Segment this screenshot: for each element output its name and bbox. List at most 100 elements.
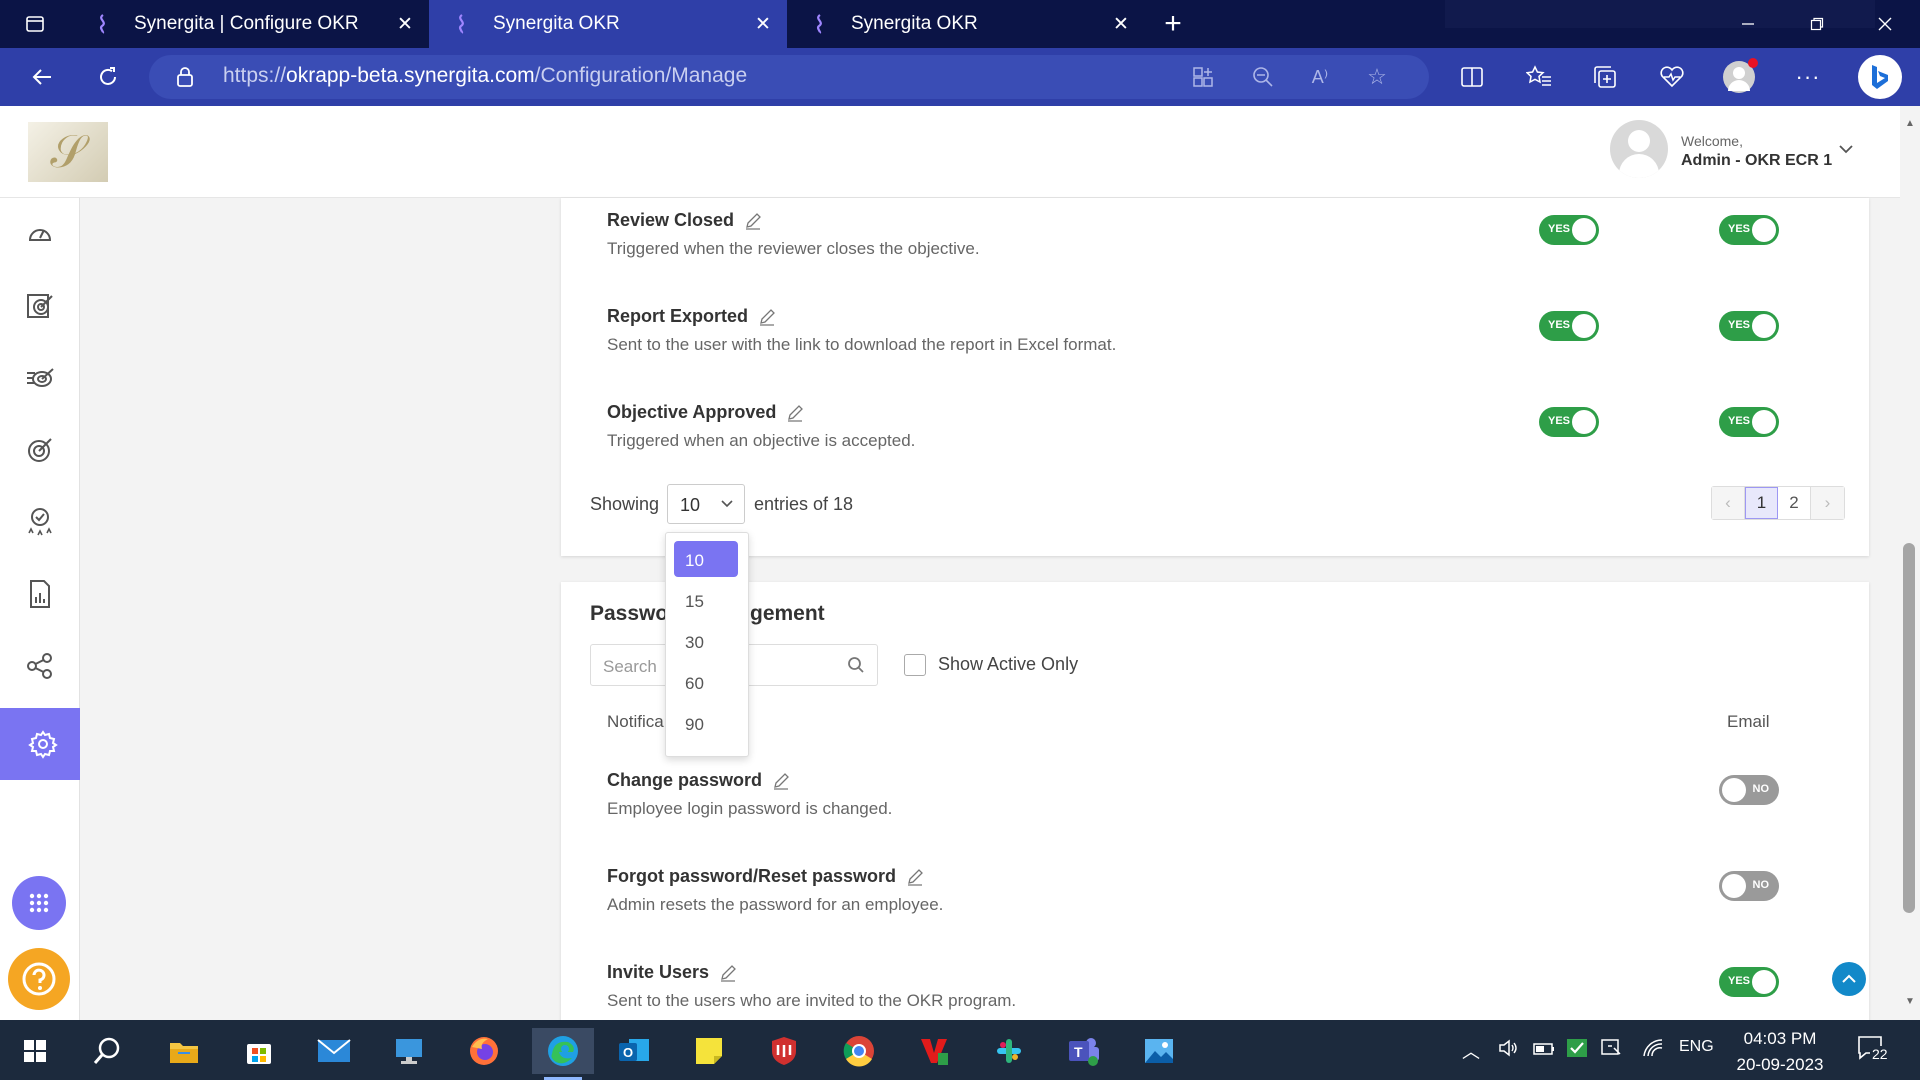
firefox-icon[interactable] <box>457 1028 511 1074</box>
favorite-star-icon[interactable]: ☆ <box>1363 63 1391 91</box>
email-toggle-switch[interactable]: NO <box>1719 871 1779 901</box>
next-page-button[interactable]: › <box>1811 487 1844 519</box>
minimize-icon[interactable] <box>1725 0 1771 48</box>
sticky-notes-icon[interactable] <box>682 1028 736 1074</box>
sidebar-item-objectives[interactable] <box>0 270 80 342</box>
browser-tab-3[interactable]: Synergita OKR ✕ <box>787 0 1145 48</box>
tab-actions-icon[interactable] <box>12 0 58 48</box>
show-hidden-icons-icon[interactable]: ︿ <box>1462 1038 1480 1064</box>
mail-icon[interactable] <box>307 1028 361 1074</box>
outlook-icon[interactable]: O <box>607 1028 661 1074</box>
more-options-icon[interactable]: ··· <box>1790 59 1826 95</box>
email-toggle-switch[interactable]: YES <box>1719 407 1779 437</box>
chevron-down-icon[interactable] <box>1838 142 1854 160</box>
close-window-icon[interactable] <box>1862 0 1908 48</box>
show-active-only-checkbox[interactable] <box>904 654 926 676</box>
help-button[interactable] <box>8 948 70 1010</box>
page-size-option[interactable]: 30 <box>674 623 738 659</box>
showing-label: Showing <box>590 494 660 514</box>
scroll-to-top-button[interactable] <box>1832 962 1866 996</box>
email-toggle-switch[interactable]: NO <box>1719 775 1779 805</box>
scroll-down-arrow-icon[interactable]: ▼ <box>1905 996 1915 1007</box>
notification-center-icon[interactable]: 22 <box>1856 1034 1890 1069</box>
notification-row-desc: Triggered when the reviewer closes the o… <box>607 239 980 258</box>
vivaldi-v-icon[interactable] <box>907 1028 961 1074</box>
sidebar-item-alignment[interactable] <box>0 342 80 414</box>
search-icon[interactable] <box>80 1028 134 1074</box>
photos-icon[interactable] <box>1132 1028 1186 1074</box>
security-shield-icon[interactable] <box>757 1028 811 1074</box>
page-size-option[interactable]: 60 <box>674 664 738 700</box>
battery-icon[interactable] <box>1532 1038 1556 1063</box>
page-2-button[interactable]: 2 <box>1778 487 1811 519</box>
wifi-icon[interactable] <box>1642 1038 1666 1063</box>
teams-icon[interactable]: T <box>1057 1028 1111 1074</box>
scrollbar-thumb[interactable] <box>1903 543 1915 913</box>
sidebar-item-targets[interactable] <box>0 414 80 486</box>
refresh-icon[interactable] <box>90 59 126 95</box>
apps-grid-button[interactable] <box>12 876 66 930</box>
browser-essentials-icon[interactable] <box>1654 59 1690 95</box>
close-tab-icon[interactable]: ✕ <box>751 12 775 36</box>
page-size-option[interactable]: 90 <box>674 705 738 741</box>
restore-icon[interactable] <box>1794 0 1840 48</box>
email-toggle-switch[interactable]: YES <box>1719 215 1779 245</box>
chrome-icon[interactable] <box>832 1028 886 1074</box>
back-icon[interactable] <box>24 59 60 95</box>
address-bar[interactable]: https://okrapp-beta.synergita.com/Config… <box>149 55 1429 99</box>
system-clock[interactable]: 04:03 PM 20-09-2023 <box>1720 1026 1840 1078</box>
edit-pencil-icon[interactable] <box>772 772 790 790</box>
bing-copilot-icon[interactable] <box>1858 55 1902 99</box>
read-aloud-icon[interactable]: A⁾ <box>1306 63 1334 91</box>
windows-start-icon[interactable] <box>8 1028 62 1074</box>
notification-row-title: Invite Users <box>607 962 737 983</box>
slack-icon[interactable] <box>982 1028 1036 1074</box>
sidebar-item-reviews[interactable] <box>0 486 80 558</box>
browser-tab-1[interactable]: Synergita | Configure OKR ✕ <box>70 0 429 48</box>
edge-browser-icon[interactable] <box>532 1028 594 1080</box>
toggle-switch[interactable]: YES <box>1539 311 1599 341</box>
device-sync-icon[interactable] <box>1600 1038 1624 1063</box>
new-tab-icon[interactable]: + <box>1150 0 1196 48</box>
language-indicator[interactable]: ENG <box>1679 1038 1714 1056</box>
edit-pencil-icon[interactable] <box>906 868 924 886</box>
toggle-switch[interactable]: YES <box>1539 407 1599 437</box>
page-size-option[interactable]: 15 <box>674 582 738 618</box>
edit-pencil-icon[interactable] <box>744 212 762 230</box>
sidebar-item-settings[interactable] <box>0 708 86 780</box>
sidebar-item-reports[interactable] <box>0 558 80 630</box>
lock-icon[interactable] <box>171 63 199 91</box>
report-icon <box>30 580 50 608</box>
close-tab-icon[interactable]: ✕ <box>393 12 417 36</box>
app-available-icon[interactable] <box>1189 63 1217 91</box>
close-tab-icon[interactable]: ✕ <box>1109 12 1133 36</box>
profile-icon[interactable] <box>1721 58 1758 95</box>
browser-tab-2[interactable]: Synergita OKR ✕ <box>429 0 787 48</box>
collections-icon[interactable] <box>1587 59 1623 95</box>
volume-icon[interactable] <box>1498 1038 1520 1063</box>
edit-pencil-icon[interactable] <box>719 964 737 982</box>
page-size-select[interactable]: 10 <box>667 484 745 524</box>
page-1-button[interactable]: 1 <box>1745 487 1778 519</box>
email-toggle-switch[interactable]: YES <box>1719 967 1779 997</box>
prev-page-button[interactable]: ‹ <box>1712 487 1745 519</box>
favorites-icon[interactable] <box>1521 59 1557 95</box>
sidebar-item-dashboard[interactable] <box>0 198 80 270</box>
synergita-logo[interactable]: 𝒮 <box>28 122 108 182</box>
email-toggle-switch[interactable]: YES <box>1719 311 1779 341</box>
user-menu[interactable]: Welcome, Admin - OKR ECR 1 <box>1610 120 1870 184</box>
zoom-icon[interactable] <box>1249 63 1277 91</box>
page-size-option[interactable]: 10 <box>674 541 738 577</box>
microsoft-store-icon[interactable] <box>232 1028 286 1074</box>
scroll-up-arrow-icon[interactable]: ▲ <box>1905 118 1915 129</box>
file-explorer-icon[interactable] <box>157 1028 211 1074</box>
edit-pencil-icon[interactable] <box>758 308 776 326</box>
toggle-switch[interactable]: YES <box>1539 215 1599 245</box>
split-screen-icon[interactable] <box>1454 59 1490 95</box>
chevron-down-icon <box>720 497 734 515</box>
security-check-icon[interactable] <box>1566 1038 1588 1063</box>
sidebar-item-network[interactable] <box>0 630 80 702</box>
remote-desktop-icon[interactable] <box>382 1028 436 1074</box>
edit-pencil-icon[interactable] <box>786 404 804 422</box>
search-icon[interactable] <box>847 656 865 679</box>
